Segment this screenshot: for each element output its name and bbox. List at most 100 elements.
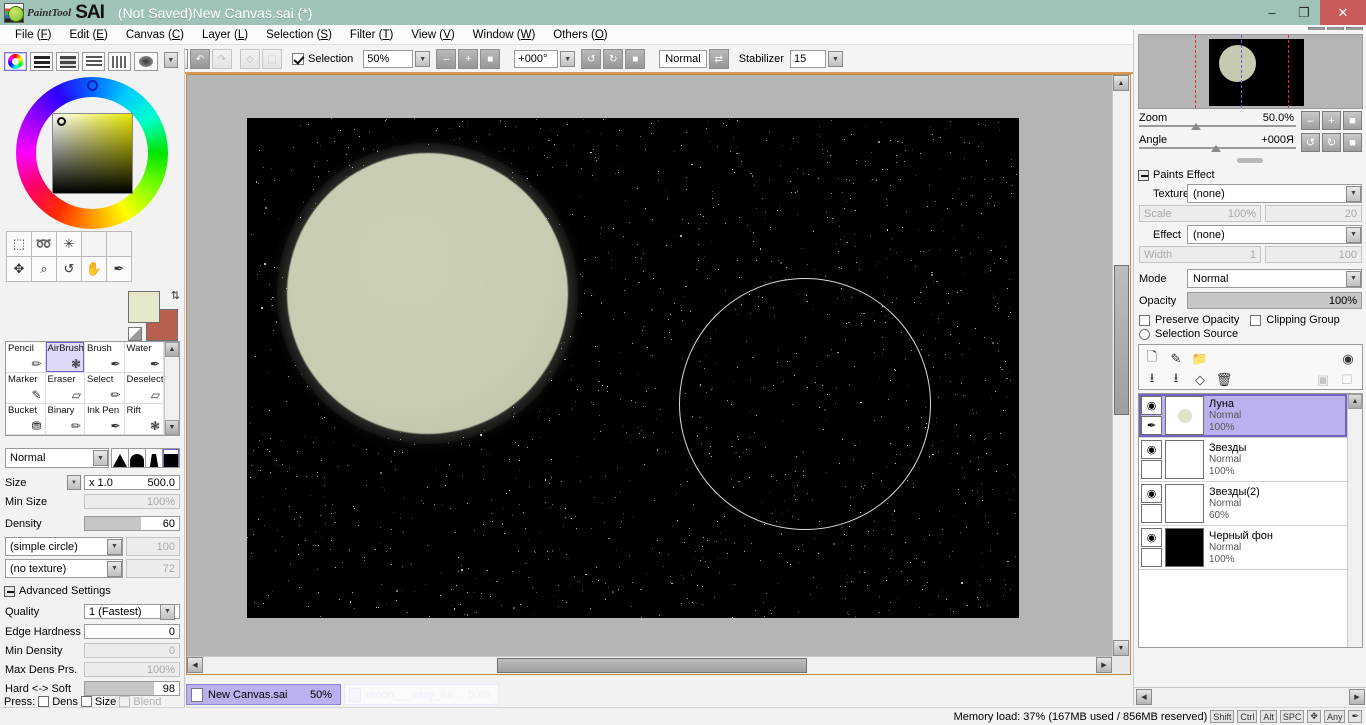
min-size-field[interactable]: 100% — [84, 494, 180, 509]
brush-scroll-up-icon[interactable]: ▲ — [165, 342, 179, 357]
brush-select[interactable]: Select ✏ — [85, 373, 125, 404]
quality-dropdown-icon[interactable]: ▼ — [160, 603, 175, 620]
zoom-tool-icon[interactable]: ⌕ — [31, 256, 57, 282]
navigator-zoom-knob[interactable] — [1191, 123, 1201, 130]
shape-solid[interactable] — [162, 448, 180, 468]
brush-pencil[interactable]: Pencil ✏ — [6, 342, 46, 373]
shape-triangle[interactable] — [111, 448, 129, 468]
zoom-value-field[interactable]: 50% — [363, 50, 414, 68]
rect-select-icon[interactable]: ⬚ — [6, 231, 32, 257]
brush-bucket[interactable]: Bucket ⛃ — [6, 404, 46, 435]
menu-canvas[interactable]: Canvas (C) — [117, 27, 193, 43]
navigator-rotate-ccw-button[interactable]: ↺ — [1301, 133, 1320, 152]
brush-texture-amount[interactable]: 72 — [126, 559, 180, 578]
clear-layer-icon[interactable]: ◇ — [1191, 370, 1209, 389]
zoom-dropdown-icon[interactable]: ▼ — [415, 51, 431, 67]
mode-dropdown-icon[interactable]: ▼ — [1346, 270, 1361, 287]
navigator-zoom-in-button[interactable]: + — [1322, 111, 1341, 130]
angle-value-field[interactable]: +000° — [514, 50, 559, 68]
tab-new-canvas[interactable]: New Canvas.sai 50% — [186, 684, 341, 705]
brush-list-scrollbar[interactable]: ▲ ▼ — [164, 342, 179, 435]
color-panel-menu-icon[interactable]: ▼ — [163, 52, 179, 68]
color-mode-swatches[interactable] — [108, 52, 132, 71]
canvas-horizontal-scrollbar[interactable]: ◀ ▶ — [187, 656, 1112, 674]
brush-texture-dropdown-icon[interactable]: ▼ — [107, 560, 122, 577]
density-field[interactable]: 60 — [84, 516, 180, 531]
tool-blank-1[interactable] — [81, 231, 107, 257]
brush-airbrush[interactable]: AirBrush ❃ — [45, 342, 85, 373]
layer-list-scrollbar[interactable]: ▲ — [1347, 394, 1362, 647]
panel-splitter-handle[interactable] — [1134, 154, 1366, 166]
foreground-color-chip[interactable] — [128, 291, 160, 323]
layer-visibility-icon[interactable]: ◉ — [1141, 528, 1162, 547]
swap-colors-icon[interactable]: ⇅ — [171, 289, 180, 302]
brush-texture-select[interactable]: (no texture) ▼ — [5, 559, 123, 578]
effect-width-amount[interactable]: 100 — [1265, 246, 1362, 263]
layer-visibility-icon[interactable]: ◉ — [1141, 440, 1162, 459]
selection-source-radio[interactable] — [1139, 328, 1150, 340]
magic-wand-icon[interactable]: ✳ — [56, 231, 82, 257]
navigator-zoom-out-button[interactable]: – — [1301, 111, 1320, 130]
hue-marker[interactable] — [86, 80, 98, 91]
press-density-checkbox[interactable] — [38, 696, 50, 707]
paints-effect-collapse-icon[interactable] — [1138, 169, 1149, 181]
navigator-rotate-reset-button[interactable]: ■ — [1343, 133, 1362, 152]
right-panel-scroll-left-icon[interactable]: ◀ — [1136, 688, 1152, 705]
navigator-zoom-track[interactable] — [1139, 125, 1296, 127]
brush-shape-select[interactable]: (simple circle) ▼ — [5, 537, 123, 556]
layer-visibility-icon[interactable]: ◉ — [1141, 484, 1162, 503]
zoom-in-button[interactable]: + — [458, 49, 479, 69]
maximize-button[interactable]: ❐ — [1288, 0, 1320, 25]
canvas-scroll-right-icon[interactable]: ▶ — [1096, 657, 1112, 673]
color-wheel-widget[interactable] — [5, 75, 180, 229]
saturation-value-marker[interactable] — [56, 117, 66, 126]
navigator-zoom-reset-button[interactable]: ■ — [1343, 111, 1362, 130]
menu-layer[interactable]: Layer (L) — [193, 27, 257, 43]
rotate-ccw-button[interactable]: ↺ — [581, 49, 602, 69]
rotate-tool-icon[interactable]: ↺ — [56, 256, 82, 282]
close-button[interactable]: ✕ — [1320, 0, 1366, 25]
layer-opacity-field[interactable]: 100% — [1187, 292, 1362, 309]
transfer-down-icon[interactable]: ▣ — [1314, 370, 1332, 389]
artboard[interactable] — [247, 118, 1019, 618]
menu-edit[interactable]: Edit (E) — [60, 27, 116, 43]
brush-water[interactable]: Water ✒ — [124, 342, 164, 373]
advanced-settings-header[interactable]: Advanced Settings — [4, 585, 111, 597]
hand-tool-icon[interactable]: ✋ — [81, 256, 107, 282]
menu-selection[interactable]: Selection (S) — [257, 27, 341, 43]
canvas-vscroll-thumb[interactable] — [1114, 265, 1129, 415]
brush-eraser[interactable]: Eraser ▱ — [45, 373, 85, 404]
canvas-hscroll-thumb[interactable] — [497, 658, 807, 673]
delete-layer-icon[interactable]: 🗑 — [1215, 370, 1233, 389]
layer-row-zvezdy[interactable]: ◉ Звезды Normal 100% — [1139, 438, 1347, 482]
new-layer-icon[interactable]: 🗋 — [1143, 349, 1161, 368]
new-linework-layer-icon[interactable]: ✎ — [1167, 349, 1185, 368]
canvas-scroll-up-icon[interactable]: ▲ — [1113, 75, 1129, 91]
brush-scroll-down-icon[interactable]: ▼ — [165, 420, 179, 435]
tool-blank-2[interactable] — [106, 231, 132, 257]
brush-shape-amount[interactable]: 100 — [126, 537, 180, 556]
min-density-field[interactable]: 0 — [84, 643, 180, 658]
brush-shape-dropdown-icon[interactable]: ▼ — [107, 538, 122, 555]
press-size-checkbox[interactable] — [80, 696, 92, 707]
rotate-cw-button[interactable]: ↻ — [603, 49, 624, 69]
canvas-scroll-left-icon[interactable]: ◀ — [187, 657, 203, 673]
layer-scroll-up-icon[interactable]: ▲ — [1348, 394, 1362, 409]
shape-dome[interactable] — [128, 448, 146, 468]
layer-select-icon[interactable] — [1141, 548, 1162, 567]
angle-dropdown-icon[interactable]: ▼ — [560, 51, 576, 67]
merge-down-icon[interactable]: ⭳ — [1143, 370, 1161, 389]
zoom-out-button[interactable]: – — [436, 49, 457, 69]
texture-scale-amount[interactable]: 20 — [1265, 205, 1362, 222]
navigator-angle-knob[interactable] — [1211, 145, 1221, 152]
rotate-reset-button[interactable]: ■ — [625, 49, 646, 69]
collapse-icon[interactable] — [4, 585, 15, 597]
clipping-group-checkbox[interactable] — [1250, 314, 1262, 326]
redo-button[interactable]: ↷ — [212, 49, 232, 69]
stabilizer-value-field[interactable]: 15 — [789, 50, 826, 68]
brush-binary[interactable]: Binary ✏ — [45, 404, 85, 435]
brush-blend-mode-select[interactable]: Normal ▼ — [5, 448, 109, 468]
layer-select-icon[interactable]: ✒ — [1141, 416, 1162, 435]
eyedropper-tool-icon[interactable]: ✒ — [106, 256, 132, 282]
transparent-color-icon[interactable] — [128, 327, 142, 341]
